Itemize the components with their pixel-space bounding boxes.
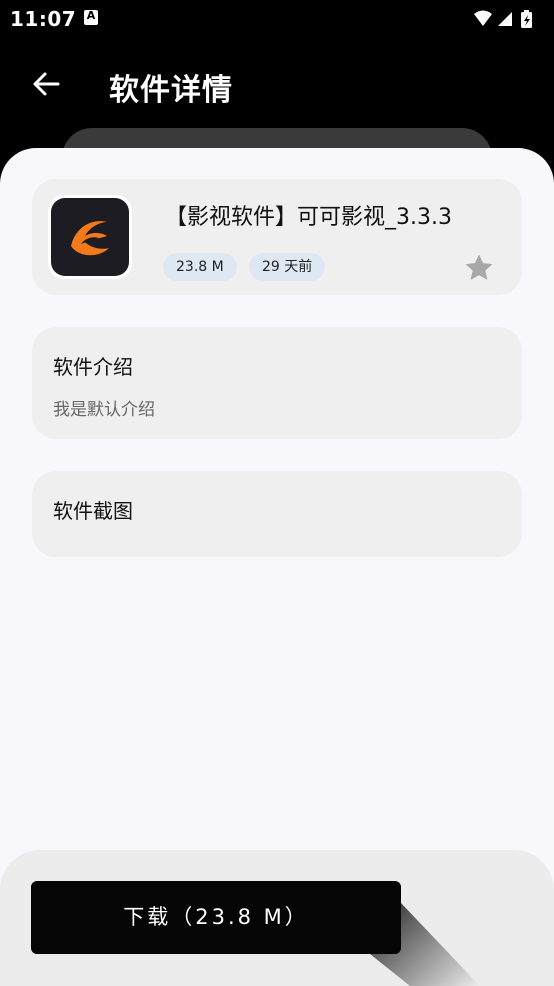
app-info-card: 【影视软件】可可影视_3.3.3 23.8 M 29 天前 <box>32 179 522 295</box>
back-button[interactable] <box>26 64 66 104</box>
signal-icon <box>498 12 512 26</box>
intro-text: 我是默认介绍 <box>53 400 155 420</box>
status-icons <box>472 8 544 30</box>
download-button[interactable]: 下载（23.8 M） <box>31 881 401 954</box>
battery-charging-icon <box>521 10 532 28</box>
size-badge: 23.8 M <box>163 253 237 281</box>
notification-icon-letter: A <box>86 9 96 22</box>
app-name: 【影视软件】可可影视_3.3.3 <box>165 205 452 230</box>
screenshots-title: 软件截图 <box>53 499 133 523</box>
status-bar: 11:07 A <box>0 0 554 38</box>
status-time: 11:07 <box>10 7 77 31</box>
intro-card: 软件介绍 我是默认介绍 <box>32 327 522 439</box>
favorite-button[interactable] <box>462 251 496 285</box>
page-title: 软件详情 <box>109 73 233 108</box>
screenshots-card[interactable]: 软件截图 <box>32 471 522 557</box>
updated-badge: 29 天前 <box>249 253 326 281</box>
download-label: 下载（23.8 M） <box>123 905 309 929</box>
app-icon-frame <box>48 195 132 279</box>
notification-icon: A <box>84 9 98 25</box>
top-app-bar: 软件详情 <box>0 38 554 128</box>
app-logo-icon <box>51 198 129 276</box>
star-icon <box>465 254 493 280</box>
wifi-icon <box>474 10 492 26</box>
intro-title: 软件介绍 <box>53 355 133 379</box>
arrow-left-icon <box>33 72 60 96</box>
